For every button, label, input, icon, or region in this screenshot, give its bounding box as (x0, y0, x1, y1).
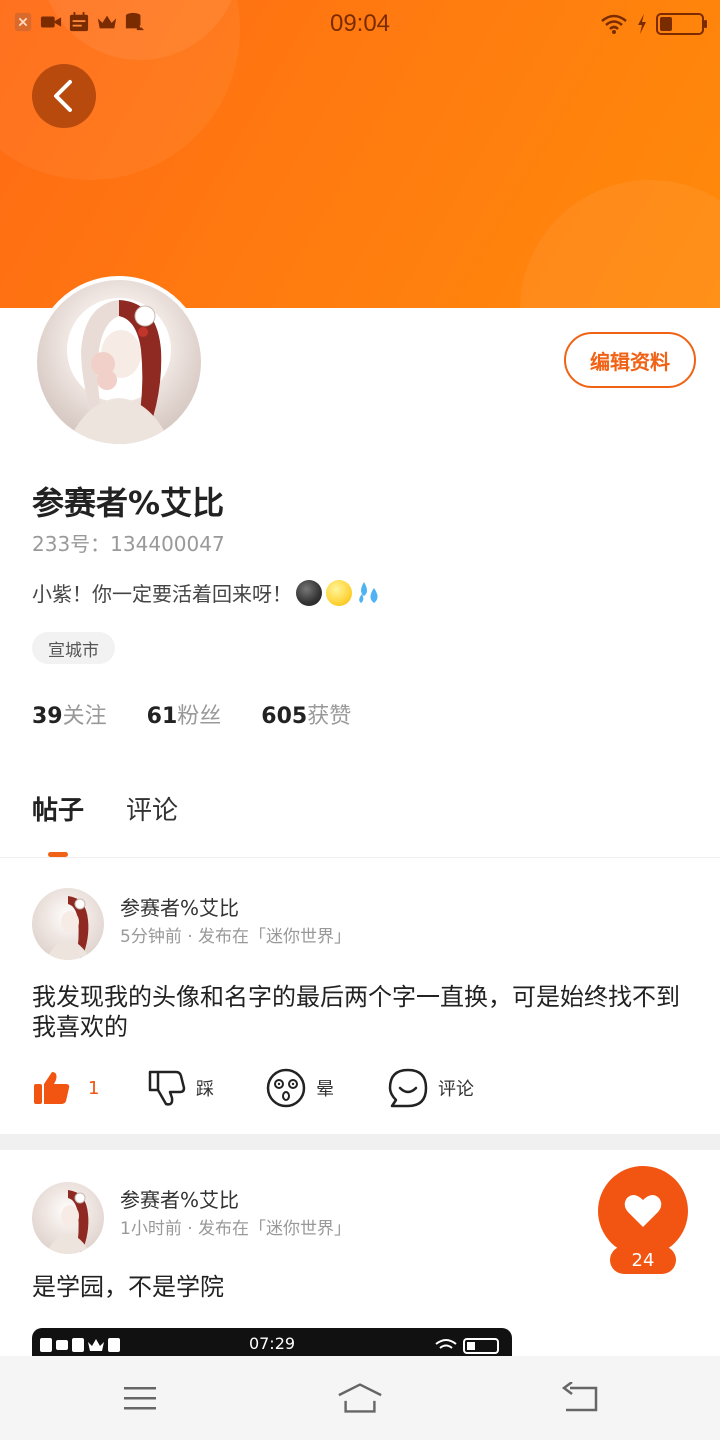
avatar-illustration (67, 298, 171, 444)
post-meta: 1小时前 · 发布在「迷你世界」 (120, 1214, 351, 1239)
edit-profile-button[interactable]: 编辑资料 (564, 332, 696, 388)
menu-button[interactable] (116, 1378, 164, 1418)
section-divider (0, 1134, 720, 1150)
dizzy-face-icon (266, 1068, 306, 1108)
meta-separator: · (187, 1219, 199, 1239)
profile-id: 233号：134400047 (32, 532, 225, 556)
stat-followers[interactable]: 61粉丝 (147, 698, 222, 730)
home-button[interactable] (336, 1378, 384, 1418)
floating-like-button[interactable] (598, 1166, 688, 1256)
comment-label: 评论 (438, 1079, 474, 1100)
location-tag[interactable]: 宣城市 (32, 632, 115, 664)
stat-value: 39 (32, 704, 63, 729)
thumbs-up-icon (34, 1072, 70, 1104)
heart-icon (624, 1194, 662, 1227)
bio-text: 小紫！你一定要活着回来呀！ (32, 582, 292, 606)
post-text[interactable]: 我发现我的头像和名字的最后两个字一直换，可是始终找不到我喜欢的 (32, 982, 692, 1042)
home-icon (338, 1383, 382, 1413)
battery-icon (656, 13, 707, 35)
thumb-battery-icon (435, 1338, 499, 1354)
floating-like-count: 24 (610, 1246, 676, 1274)
dislike-button[interactable]: 踩 (148, 1066, 214, 1110)
post-author-avatar[interactable] (32, 1182, 104, 1254)
post-time: 1小时前 (120, 1219, 182, 1239)
dislike-label: 踩 (196, 1079, 214, 1100)
dizzy-label: 晕 (316, 1079, 334, 1100)
comment-icon (388, 1068, 428, 1108)
stat-likes[interactable]: 605获赞 (261, 698, 351, 730)
return-icon (561, 1382, 598, 1412)
post-meta: 5分钟前 · 发布在「迷你世界」 (120, 922, 351, 947)
dark-face-emoji (296, 579, 322, 606)
profile-bio: 小紫！你一定要活着回来呀！ (32, 578, 384, 607)
stat-following[interactable]: 39关注 (32, 698, 107, 730)
tab-posts[interactable]: 帖子 (32, 790, 84, 827)
system-nav-bar (0, 1356, 720, 1440)
charging-icon (638, 14, 646, 34)
post-actions: 1 踩 晕 评论 (32, 1066, 692, 1110)
status-right-icons (600, 12, 708, 36)
stat-value: 605 (261, 704, 308, 729)
post-author-name[interactable]: 参赛者%艾比 (120, 892, 239, 921)
profile-tabs: 帖子 评论 (32, 790, 178, 827)
post-community[interactable]: 发布在「迷你世界」 (198, 1219, 351, 1239)
back-nav-button[interactable] (556, 1378, 604, 1418)
profile-name: 参赛者%艾比 (32, 484, 225, 522)
post-author-name[interactable]: 参赛者%艾比 (120, 1184, 239, 1213)
status-bar: 09:04 (0, 0, 720, 50)
profile-stats: 39关注 61粉丝 605获赞 (32, 698, 351, 730)
post-community[interactable]: 发布在「迷你世界」 (198, 927, 351, 947)
back-button[interactable] (32, 64, 96, 128)
comment-button[interactable]: 评论 (388, 1066, 474, 1110)
sweat-drops-emoji (359, 581, 378, 603)
menu-icon (124, 1387, 156, 1410)
stat-label: 关注 (62, 704, 107, 729)
stat-value: 61 (146, 704, 178, 729)
like-count: 1 (88, 1077, 100, 1099)
post-author-avatar[interactable] (32, 888, 104, 960)
dizzy-button[interactable]: 晕 (266, 1066, 334, 1110)
profile-avatar[interactable] (33, 276, 205, 448)
thumb-status-icons (40, 1338, 120, 1352)
chevron-left-icon (54, 80, 72, 112)
tab-comments[interactable]: 评论 (126, 790, 178, 827)
post-text[interactable]: 是学园，不是学院 (32, 1272, 692, 1302)
like-button[interactable]: 1 (32, 1066, 99, 1110)
stat-label: 获赞 (307, 704, 352, 729)
thumbs-down-icon (148, 1070, 186, 1106)
stat-label: 粉丝 (177, 704, 222, 729)
post-time: 5分钟前 (120, 927, 182, 947)
wifi-icon (601, 14, 627, 34)
meta-separator: · (187, 927, 199, 947)
smile-emoji (326, 579, 352, 606)
